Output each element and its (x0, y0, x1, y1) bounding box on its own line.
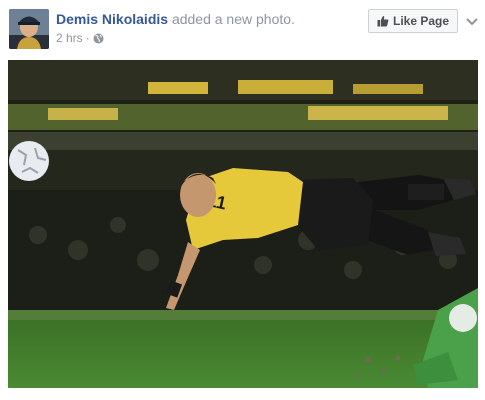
avatar-image (9, 9, 49, 49)
football-diving-header-photo: 11 (8, 60, 478, 388)
feed-post: Demis Nikolaidis added a new photo. 2 hr… (0, 0, 485, 400)
post-timestamp[interactable]: 2 hrs (56, 31, 83, 45)
like-page-button[interactable]: Like Page (368, 9, 458, 33)
author-avatar[interactable] (9, 9, 49, 49)
post-header-line: Demis Nikolaidis added a new photo. (56, 11, 295, 27)
post-photo-bottom-spacer (0, 388, 485, 400)
globe-icon[interactable] (93, 33, 104, 44)
author-name-link[interactable]: Demis Nikolaidis (56, 11, 168, 27)
like-page-label: Like Page (392, 14, 450, 28)
post-meta: 2 hrs · (56, 31, 104, 45)
thumbs-up-icon (377, 15, 389, 27)
chevron-down-icon[interactable] (466, 13, 478, 26)
post-action-text: added a new photo. (171, 11, 295, 27)
meta-separator: · (85, 31, 90, 45)
post-photo[interactable]: 11 (8, 60, 478, 388)
